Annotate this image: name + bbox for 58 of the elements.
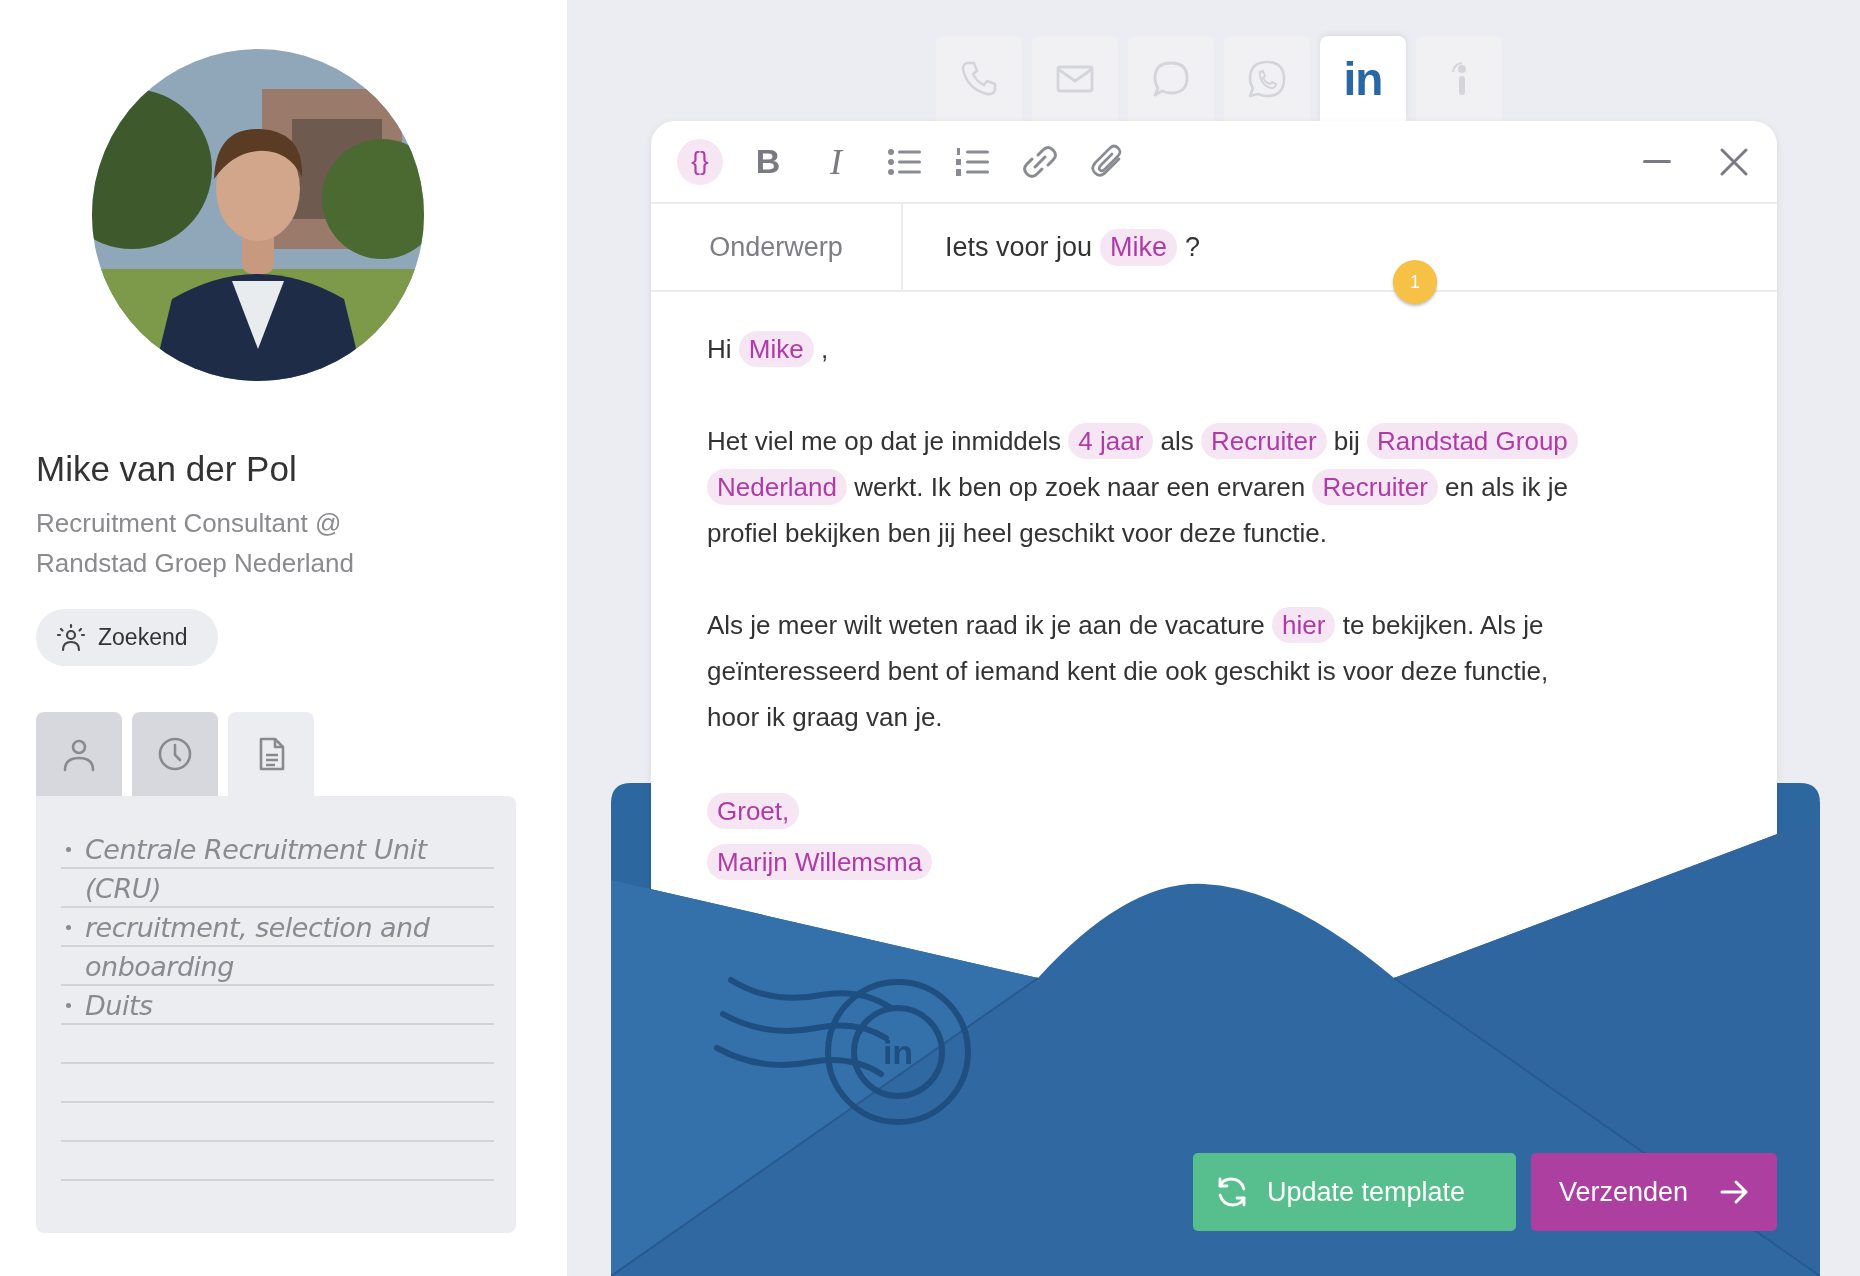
placeholder-tag[interactable]: Mike <box>1100 228 1178 266</box>
body-text: Iets voor jou <box>945 231 1093 263</box>
body-text: Het viel me op dat je inmiddels <box>707 426 1062 456</box>
note-text: Centrale Recruitment Unit (CRU) <box>85 833 429 906</box>
italic-button[interactable]: I <box>813 138 859 185</box>
body-text: bij <box>1333 426 1360 456</box>
note-text: recruitment, selection and onboarding <box>85 911 431 984</box>
clock-icon <box>157 736 193 772</box>
bullet-icon <box>66 847 71 852</box>
placeholder-tag[interactable]: hier <box>1272 607 1336 643</box>
placeholder-tag[interactable]: Marijn Willemsma <box>707 844 933 880</box>
minimize-button[interactable] <box>1643 160 1671 163</box>
person-name: Mike van der Pol <box>36 449 298 489</box>
placeholder-tag[interactable]: Recruiter <box>1201 423 1327 459</box>
subject-label: Onderwerp <box>651 204 903 290</box>
channel-tab[interactable]: in <box>1320 36 1406 121</box>
channel-tab[interactable] <box>936 36 1022 121</box>
whatsapp-icon <box>1247 58 1287 99</box>
close-button[interactable] <box>1719 146 1749 177</box>
body-text: Hi <box>707 334 732 364</box>
body-text: hoor ik graag van je. <box>707 702 943 732</box>
channel-tab[interactable] <box>1224 36 1310 121</box>
variable-button[interactable]: {} <box>677 138 723 185</box>
placeholder-tag[interactable]: Recruiter <box>1312 469 1438 505</box>
body-text: en als ik je <box>1445 472 1568 502</box>
bold-button[interactable]: B <box>745 138 791 185</box>
profile-tab[interactable] <box>36 712 122 796</box>
body-text: geïnteresseerd bent of iemand kent die ook geschikt is voor deze functie, <box>707 656 1549 686</box>
body-text: profiel bekijken ben jij heel geschikt voor deze functie. <box>707 518 1328 548</box>
minimize-icon <box>1643 160 1671 163</box>
send-button[interactable]: Verzenden <box>1531 1153 1777 1231</box>
bullet-icon <box>66 925 71 930</box>
body-text: werkt. Ik ben op zoek naar een ervaren <box>854 472 1306 502</box>
profile-tab[interactable] <box>132 712 218 796</box>
channel-tab[interactable] <box>1032 36 1118 121</box>
body-text: ? <box>1185 231 1201 263</box>
count-badge: 1 <box>1393 260 1437 304</box>
placeholder-tag[interactable]: Mike <box>738 331 814 367</box>
close-icon <box>1719 146 1749 177</box>
profile-tab[interactable] <box>228 712 314 796</box>
person-icon <box>56 622 86 653</box>
info-icon <box>1452 62 1466 95</box>
placeholder-tag[interactable]: Groet, <box>707 793 800 829</box>
body-text: Als je meer wilt weten raad ik je aan de vacature <box>707 610 1265 640</box>
status-chip[interactable]: Zoekend <box>36 609 218 666</box>
channel-tab[interactable] <box>1416 36 1502 121</box>
body-text: als <box>1160 426 1194 456</box>
placeholder-tag[interactable]: Nederland <box>707 469 847 505</box>
update-template-button[interactable]: Update template <box>1193 1153 1516 1231</box>
job-title: Recruitment Consultant @ Randstad Groep Nederland <box>36 507 355 580</box>
channel-tab[interactable] <box>1128 36 1214 121</box>
placeholder-tag[interactable]: 4 jaar <box>1068 423 1154 459</box>
bullet-icon <box>66 1003 71 1008</box>
subject-field[interactable]: Iets voor jou Mike ? <box>903 204 1201 290</box>
placeholder-tag[interactable]: Randstad Group <box>1367 423 1578 459</box>
note-text: Duits <box>85 989 153 1023</box>
body-text: , <box>820 334 829 364</box>
body-text: te bekijken. Als je <box>1342 610 1544 640</box>
